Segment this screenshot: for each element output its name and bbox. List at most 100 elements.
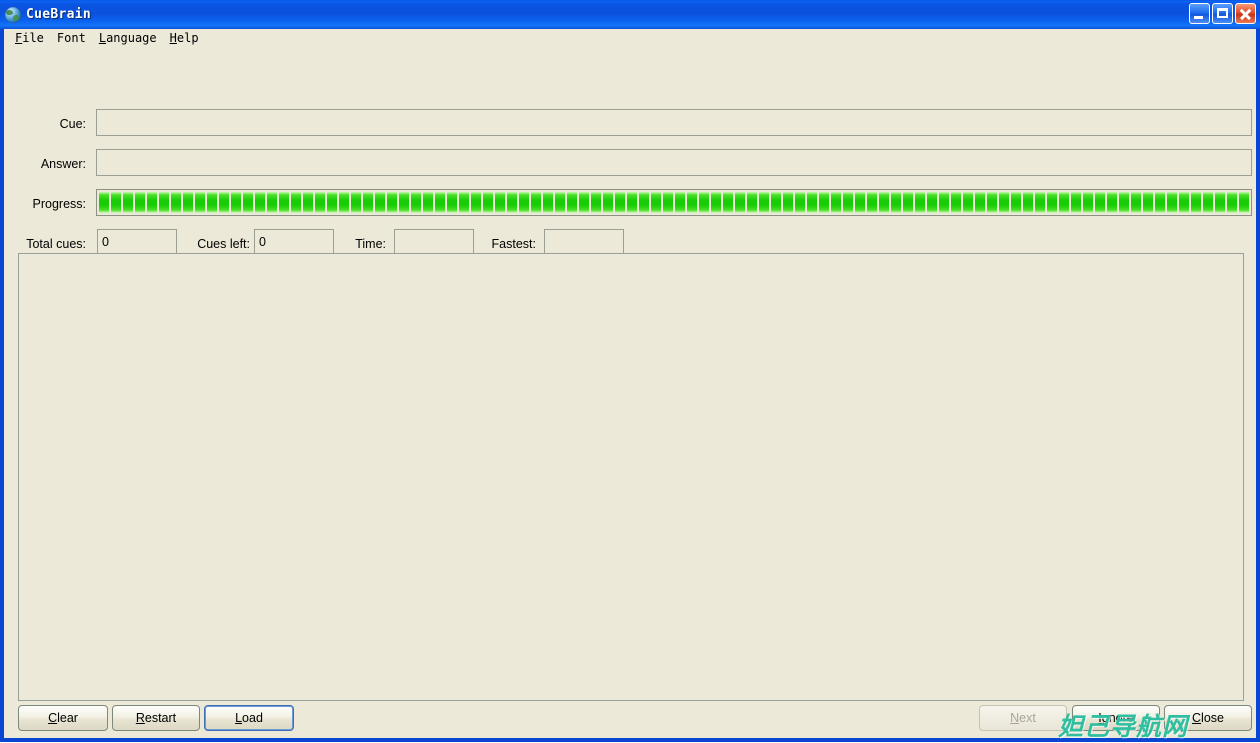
caption-buttons: [1189, 3, 1256, 24]
progress-segment: [1047, 192, 1057, 213]
progress-segment: [1071, 192, 1081, 213]
progress-segment: [927, 192, 937, 213]
load-button[interactable]: Load: [204, 705, 294, 731]
form-panel: Cue: Answer: Progress: Total cues: Cues …: [4, 47, 1256, 255]
progress-segment: [675, 192, 685, 213]
progress-segment: [267, 192, 277, 213]
progress-segment: [1035, 192, 1045, 213]
progress-segment: [1083, 192, 1093, 213]
button-bar: Clear Restart Load Next Ignore Close: [4, 705, 1256, 738]
progress-segment: [999, 192, 1009, 213]
restart-button-label: estart: [144, 711, 177, 725]
time-label: Time:: [355, 237, 386, 251]
menu-item-language[interactable]: Language: [93, 30, 164, 46]
progress-segment: [615, 192, 625, 213]
progress-segment: [507, 192, 517, 213]
progress-segment: [207, 192, 217, 213]
progress-segment: [1203, 192, 1213, 213]
progress-segment: [963, 192, 973, 213]
progress-segment: [735, 192, 745, 213]
progress-segment: [99, 192, 109, 213]
clear-button[interactable]: Clear: [18, 705, 108, 731]
window-title: CueBrain: [26, 7, 92, 22]
progress-segment: [843, 192, 853, 213]
menu-bar: File Font Language Help: [4, 29, 1256, 47]
progress-segment: [147, 192, 157, 213]
main-text-area[interactable]: [18, 253, 1244, 701]
ignore-button-label: gnore: [1101, 711, 1134, 725]
menu-item-language-label: anguage: [106, 31, 157, 45]
minimize-icon[interactable]: [1189, 3, 1210, 24]
progress-segment: [171, 192, 181, 213]
total-cues-input[interactable]: [97, 229, 177, 255]
progress-segment: [255, 192, 265, 213]
progress-segment: [231, 192, 241, 213]
progress-segment: [1023, 192, 1033, 213]
progress-segment: [411, 192, 421, 213]
progress-segment: [891, 192, 901, 213]
progress-segment: [723, 192, 733, 213]
progress-segment: [867, 192, 877, 213]
progress-segment: [915, 192, 925, 213]
menu-item-help[interactable]: Help: [164, 30, 206, 46]
progress-segment: [747, 192, 757, 213]
title-bar[interactable]: CueBrain: [0, 0, 1260, 29]
progress-segment: [471, 192, 481, 213]
progress-segment: [783, 192, 793, 213]
progress-segment: [939, 192, 949, 213]
progress-segment: [1239, 192, 1249, 213]
menu-item-font[interactable]: Font: [51, 30, 93, 46]
progress-label: Progress:: [32, 197, 87, 211]
progress-segment: [855, 192, 865, 213]
close-icon[interactable]: [1235, 3, 1256, 24]
maximize-icon[interactable]: [1212, 3, 1233, 24]
progress-segment: [1167, 192, 1177, 213]
menu-item-file[interactable]: File: [9, 30, 51, 46]
progress-segment: [219, 192, 229, 213]
progress-segment: [339, 192, 349, 213]
load-button-label: oad: [242, 711, 263, 725]
ignore-button[interactable]: Ignore: [1072, 705, 1160, 731]
progress-segment: [123, 192, 133, 213]
progress-segment: [663, 192, 673, 213]
progress-segment: [1191, 192, 1201, 213]
progress-segment: [627, 192, 637, 213]
cue-label: Cue:: [59, 117, 86, 131]
progress-segment: [1011, 192, 1021, 213]
progress-bar-fill: [99, 192, 1249, 213]
progress-segment: [1227, 192, 1237, 213]
progress-segment: [819, 192, 829, 213]
progress-segment: [759, 192, 769, 213]
progress-segment: [579, 192, 589, 213]
close-button[interactable]: Close: [1164, 705, 1252, 731]
progress-segment: [591, 192, 601, 213]
restart-button[interactable]: Restart: [112, 705, 200, 731]
application-window: CueBrain File Font Language Help Cue: An…: [0, 0, 1260, 742]
time-input[interactable]: [394, 229, 474, 255]
progress-segment: [699, 192, 709, 213]
progress-segment: [351, 192, 361, 213]
progress-segment: [135, 192, 145, 213]
progress-segment: [1059, 192, 1069, 213]
progress-segment: [951, 192, 961, 213]
cues-left-label: Cues left:: [197, 237, 250, 251]
answer-input[interactable]: [96, 149, 1252, 176]
progress-segment: [711, 192, 721, 213]
progress-segment: [771, 192, 781, 213]
progress-segment: [795, 192, 805, 213]
title-bar-left: CueBrain: [5, 0, 91, 29]
progress-segment: [435, 192, 445, 213]
progress-segment: [987, 192, 997, 213]
progress-segment: [159, 192, 169, 213]
cues-left-input[interactable]: [254, 229, 334, 255]
clear-button-label: lear: [57, 711, 78, 725]
progress-segment: [459, 192, 469, 213]
cue-input[interactable]: [96, 109, 1252, 136]
fastest-input[interactable]: [544, 229, 624, 255]
progress-segment: [1119, 192, 1129, 213]
progress-segment: [483, 192, 493, 213]
progress-segment: [291, 192, 301, 213]
progress-segment: [1143, 192, 1153, 213]
progress-segment: [519, 192, 529, 213]
progress-segment: [1095, 192, 1105, 213]
